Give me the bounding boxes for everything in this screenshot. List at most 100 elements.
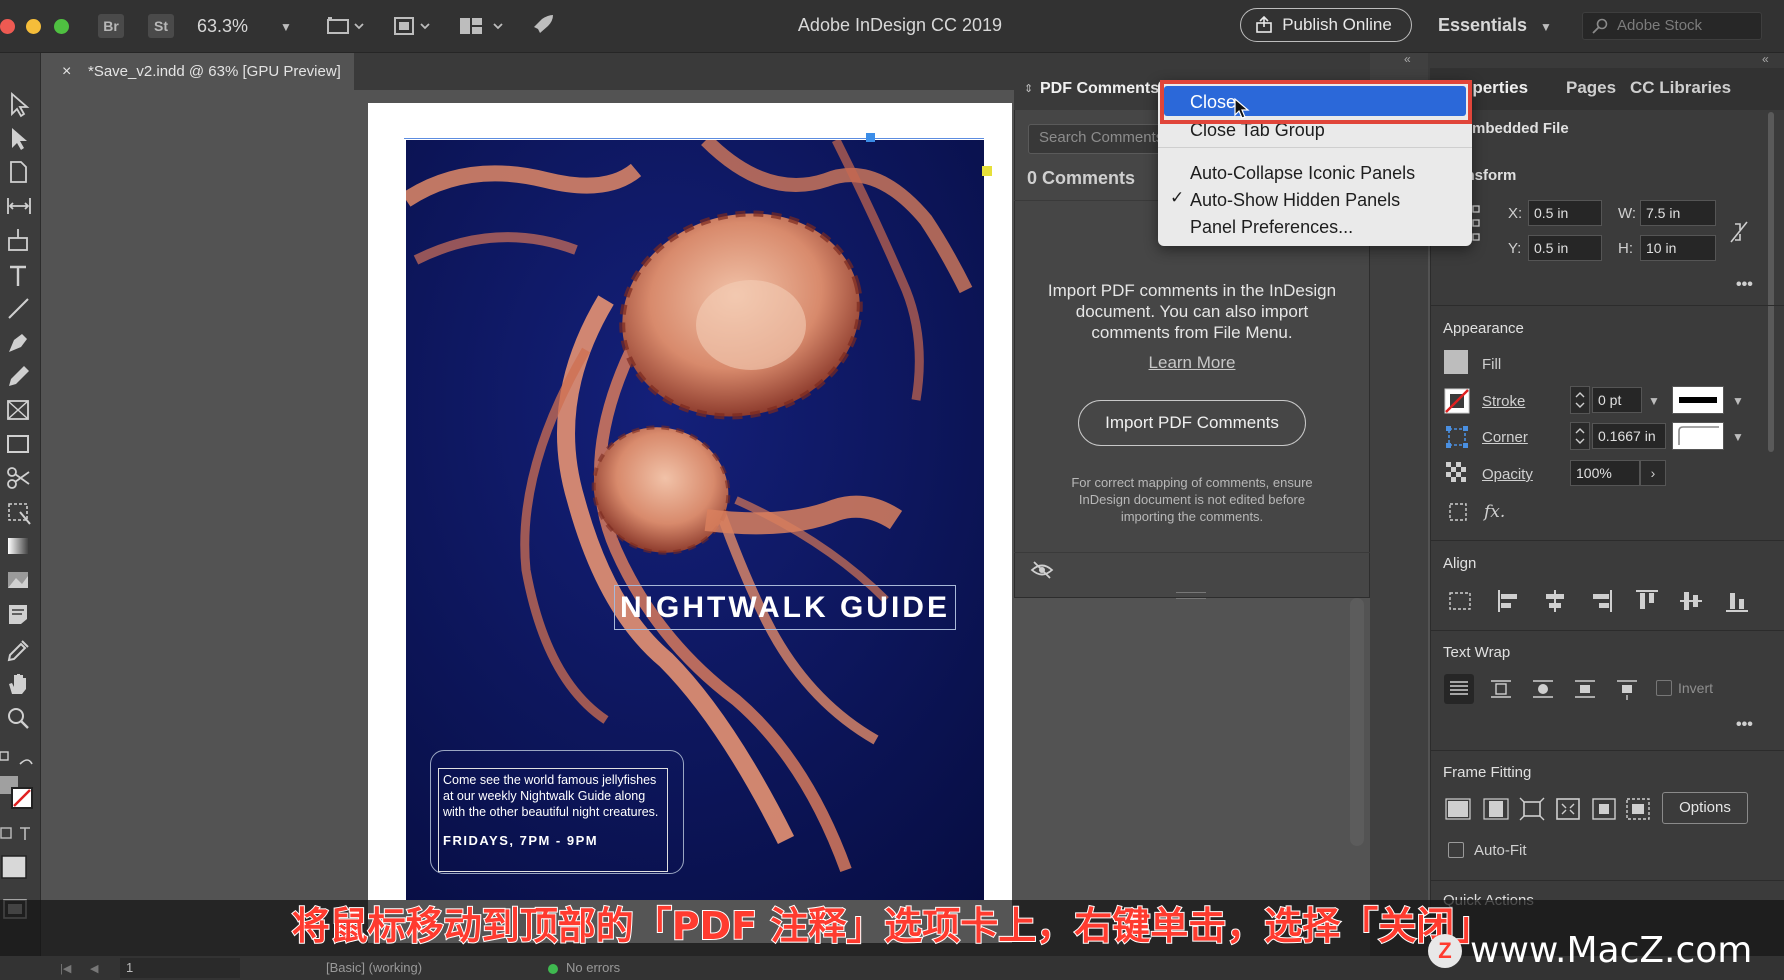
frame-fitting-handle[interactable] bbox=[982, 166, 992, 176]
free-transform-tool-icon[interactable] bbox=[4, 498, 34, 526]
opacity-field[interactable]: 100% bbox=[1570, 460, 1640, 486]
content-aware-fit-icon[interactable] bbox=[1624, 796, 1652, 822]
auto-fit-checkbox[interactable] bbox=[1448, 842, 1464, 858]
rectangle-tool-icon[interactable] bbox=[4, 430, 34, 458]
menu-item-auto-show[interactable]: Auto-Show Hidden Panels bbox=[1190, 190, 1400, 211]
view-options-icon[interactable] bbox=[326, 15, 366, 37]
zoom-tool-icon[interactable] bbox=[4, 704, 34, 732]
jump-to-next-column-icon[interactable] bbox=[1614, 676, 1640, 702]
apply-color-icon[interactable] bbox=[0, 852, 40, 882]
opacity-label[interactable]: Opacity bbox=[1482, 466, 1533, 483]
fill-swatch[interactable] bbox=[1444, 350, 1468, 374]
pdf-comments-tab[interactable]: PDF Comments bbox=[1040, 80, 1159, 98]
workspace-dropdown-icon[interactable]: ▼ bbox=[1540, 20, 1552, 34]
selection-handle[interactable] bbox=[866, 133, 875, 142]
gap-tool-icon[interactable] bbox=[4, 192, 34, 220]
fill-stroke-swatch[interactable] bbox=[0, 774, 40, 814]
corner-options-icon[interactable] bbox=[1444, 424, 1470, 450]
import-pdf-comments-button[interactable]: Import PDF Comments bbox=[1078, 400, 1306, 446]
pen-tool-icon[interactable] bbox=[4, 328, 34, 356]
fit-content-to-frame-icon[interactable] bbox=[1554, 796, 1582, 822]
width-field[interactable]: 7.5 in bbox=[1640, 200, 1716, 226]
bridge-button[interactable]: Br bbox=[98, 14, 124, 38]
formatting-affects-icon[interactable] bbox=[0, 824, 40, 844]
publish-online-button[interactable]: Publish Online bbox=[1240, 8, 1412, 42]
panel-grip-icon[interactable]: ⇕ bbox=[1024, 82, 1033, 95]
learn-more-link[interactable]: Learn More bbox=[1014, 353, 1370, 373]
preflight-profile[interactable]: [Basic] (working) bbox=[326, 960, 422, 975]
gradient-feather-tool-icon[interactable] bbox=[4, 566, 34, 594]
effects-fx-icon[interactable]: fx. bbox=[1484, 502, 1505, 522]
center-content-icon[interactable] bbox=[1590, 796, 1618, 822]
corner-shape-selector[interactable] bbox=[1672, 422, 1724, 450]
more-transform-options-icon[interactable]: ••• bbox=[1736, 276, 1753, 294]
corner-shape-dropdown-icon[interactable]: ▼ bbox=[1732, 430, 1744, 444]
panel-resize-grip[interactable] bbox=[1176, 592, 1206, 599]
fitting-frame-icon[interactable] bbox=[1446, 500, 1470, 524]
align-left-edges-icon[interactable] bbox=[1496, 588, 1522, 614]
selection-tool-icon[interactable] bbox=[4, 90, 34, 118]
x-position-field[interactable]: 0.5 in bbox=[1528, 200, 1602, 226]
opacity-icon[interactable] bbox=[1444, 460, 1468, 484]
align-to-selection-icon[interactable] bbox=[1446, 588, 1476, 614]
y-position-field[interactable]: 0.5 in bbox=[1528, 235, 1602, 261]
stroke-weight-field[interactable]: 0 pt bbox=[1592, 387, 1642, 413]
align-right-edges-icon[interactable] bbox=[1588, 588, 1614, 614]
type-tool-icon[interactable] bbox=[4, 262, 34, 290]
corner-radius-field[interactable]: 0.1667 in bbox=[1592, 423, 1666, 449]
note-tool-icon[interactable] bbox=[4, 600, 34, 628]
zoom-window-button[interactable] bbox=[54, 19, 69, 34]
fit-content-proportionally-icon[interactable] bbox=[1482, 796, 1510, 822]
stroke-swatch-icon[interactable] bbox=[1444, 388, 1470, 414]
corner-stepper[interactable] bbox=[1570, 422, 1590, 450]
content-collector-icon[interactable] bbox=[4, 226, 34, 254]
close-tab-icon[interactable]: × bbox=[62, 53, 71, 90]
publish-rocket-icon[interactable] bbox=[528, 13, 556, 39]
align-horizontal-centers-icon[interactable] bbox=[1542, 588, 1568, 614]
hide-comments-icon[interactable] bbox=[1030, 560, 1054, 580]
stroke-weight-dropdown-icon[interactable]: ▼ bbox=[1648, 394, 1660, 408]
zoom-dropdown-icon[interactable]: ▼ bbox=[280, 20, 292, 34]
more-text-wrap-options-icon[interactable]: ••• bbox=[1736, 716, 1753, 734]
stroke-label[interactable]: Stroke bbox=[1482, 393, 1525, 410]
properties-scrollbar[interactable] bbox=[1766, 108, 1776, 948]
fill-frame-proportionally-icon[interactable] bbox=[1444, 796, 1472, 822]
align-vertical-centers-icon[interactable] bbox=[1678, 588, 1704, 614]
pencil-tool-icon[interactable] bbox=[4, 362, 34, 390]
stroke-type-selector[interactable] bbox=[1672, 386, 1724, 414]
fit-frame-to-content-icon[interactable] bbox=[1518, 796, 1546, 822]
rectangle-frame-tool-icon[interactable] bbox=[4, 396, 34, 424]
previous-page-icon[interactable]: ◀ bbox=[90, 962, 98, 975]
wrap-object-shape-icon[interactable] bbox=[1530, 676, 1556, 702]
no-text-wrap-icon[interactable] bbox=[1444, 674, 1474, 704]
stroke-type-dropdown-icon[interactable]: ▼ bbox=[1732, 394, 1744, 408]
tab-pages[interactable]: Pages bbox=[1566, 78, 1616, 98]
corner-label[interactable]: Corner bbox=[1482, 429, 1528, 446]
arrange-documents-icon[interactable] bbox=[458, 15, 504, 37]
canvas-vertical-scrollbar[interactable] bbox=[1350, 598, 1364, 846]
align-bottom-edges-icon[interactable] bbox=[1724, 588, 1750, 614]
collapse-properties-icon[interactable]: « bbox=[1762, 52, 1769, 66]
menu-item-auto-collapse[interactable]: Auto-Collapse Iconic Panels bbox=[1190, 163, 1415, 184]
direct-selection-tool-icon[interactable] bbox=[4, 124, 34, 152]
page-number-field[interactable]: 1 bbox=[120, 958, 240, 978]
document-tab[interactable]: × *Save_v2.indd @ 63% [GPU Preview] bbox=[44, 53, 354, 90]
stock-search-input[interactable]: Adobe Stock bbox=[1582, 12, 1762, 40]
align-top-edges-icon[interactable] bbox=[1634, 588, 1660, 614]
gradient-tool-icon[interactable] bbox=[4, 532, 34, 560]
hand-tool-icon[interactable] bbox=[4, 670, 34, 698]
collapse-dock-icon[interactable]: « bbox=[1404, 52, 1411, 66]
close-window-button[interactable] bbox=[0, 19, 15, 34]
menu-item-panel-preferences[interactable]: Panel Preferences... bbox=[1190, 217, 1353, 238]
stroke-stepper[interactable] bbox=[1570, 386, 1590, 414]
preflight-errors[interactable]: No errors bbox=[566, 960, 620, 975]
eyedropper-tool-icon[interactable] bbox=[4, 636, 34, 664]
minimize-window-button[interactable] bbox=[26, 19, 41, 34]
page-tool-icon[interactable] bbox=[4, 158, 34, 186]
line-tool-icon[interactable] bbox=[4, 294, 34, 322]
frame-fitting-options-button[interactable]: Options bbox=[1662, 792, 1748, 824]
scissors-tool-icon[interactable] bbox=[4, 464, 34, 492]
opacity-more-icon[interactable]: › bbox=[1640, 460, 1666, 486]
zoom-level[interactable]: 63.3% bbox=[197, 16, 248, 37]
workspace-switcher[interactable]: Essentials bbox=[1438, 15, 1527, 36]
